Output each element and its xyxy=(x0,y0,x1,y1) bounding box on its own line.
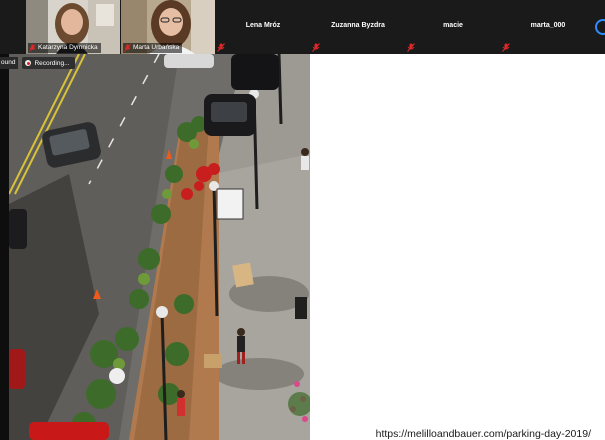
recording-status: Recording... xyxy=(34,59,70,67)
sound-label[interactable]: ound xyxy=(0,57,19,69)
video-tile-marta[interactable]: Marta Urbańska xyxy=(121,0,215,54)
shared-screen xyxy=(9,54,310,440)
mic-muted-icon xyxy=(502,43,510,52)
mic-muted-icon xyxy=(312,43,320,52)
mic-muted-icon xyxy=(124,44,131,52)
share-left-margin xyxy=(0,54,9,440)
mic-muted-icon xyxy=(29,44,36,52)
participant-tile-lena[interactable]: Lena Mróz xyxy=(216,0,310,54)
participant-name: Lena Mróz xyxy=(245,22,281,29)
caption-url: https://melilloandbauer.com/parking-day-… xyxy=(375,428,591,440)
video-tile-katarzyna[interactable]: Katarzyna Dymnicka xyxy=(26,0,120,54)
next-page-button[interactable] xyxy=(595,19,605,35)
record-icon xyxy=(25,60,32,66)
parklet-aerial-photo xyxy=(9,54,310,440)
participant-tile-macie[interactable]: macie xyxy=(406,0,500,54)
participant-tile-zuzanna[interactable]: Zuzanna Byzdra xyxy=(311,0,405,54)
participant-name: macie xyxy=(443,22,463,29)
participant-name: Zuzanna Byzdra xyxy=(331,22,385,29)
video-name-label: Marta Urbańska xyxy=(123,43,183,53)
mic-muted-icon xyxy=(217,43,225,52)
participant-tile-marta-000[interactable]: marta_000 xyxy=(501,0,595,54)
participant-name: marta_000 xyxy=(530,22,566,29)
recording-indicator[interactable]: Recording... xyxy=(22,57,75,69)
mic-muted-icon xyxy=(407,43,415,52)
video-name-label: Katarzyna Dymnicka xyxy=(28,43,101,53)
participant-strip: Katarzyna Dymnicka Marta Urbańska Lena M… xyxy=(0,0,605,54)
recording-bar: ound Recording... xyxy=(0,56,100,70)
